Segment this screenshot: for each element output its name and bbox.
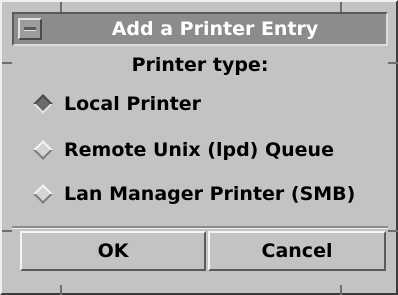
radio-local-printer[interactable]: Local Printer — [32, 90, 201, 118]
radio-label: Local Printer — [64, 93, 202, 115]
dialog-body: Printer type: Local Printer Remote Unix … — [12, 46, 388, 226]
bottom-frame — [12, 277, 388, 285]
frame-notch — [340, 285, 342, 295]
title-bar[interactable]: Add a Printer Entry — [12, 12, 388, 46]
frame-notch — [2, 230, 12, 232]
frame-notch — [60, 285, 62, 295]
radio-lan-manager-printer[interactable]: Lan Manager Printer (SMB) — [32, 180, 355, 208]
frame-notch — [60, 2, 62, 12]
button-bar: OK Cancel — [12, 229, 388, 277]
radio-label: Lan Manager Printer (SMB) — [64, 183, 356, 205]
ok-button[interactable]: OK — [20, 231, 206, 271]
window-menu-icon — [24, 27, 36, 31]
dialog-window: Add a Printer Entry Printer type: Local … — [0, 0, 398, 295]
frame-notch — [388, 62, 398, 64]
radio-label: Remote Unix (lpd) Queue — [64, 139, 334, 161]
window-menu-button[interactable] — [18, 18, 42, 40]
cancel-button[interactable]: Cancel — [208, 231, 386, 271]
radio-unselected-icon — [33, 184, 53, 204]
frame-notch — [340, 2, 342, 12]
printer-type-heading: Printer type: — [131, 54, 269, 76]
radio-unselected-icon — [33, 140, 53, 160]
window-title: Add a Printer Entry — [111, 18, 319, 40]
radio-remote-unix-queue[interactable]: Remote Unix (lpd) Queue — [32, 136, 334, 164]
frame-notch — [2, 62, 12, 64]
frame-notch — [388, 230, 398, 232]
radio-selected-icon — [33, 94, 53, 114]
